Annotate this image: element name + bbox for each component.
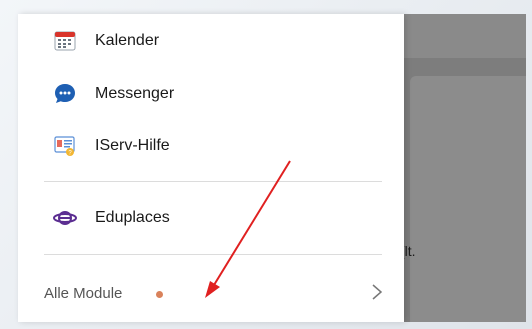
chevron-right-icon [370, 282, 384, 302]
calendar-icon [53, 29, 77, 53]
background-card [410, 76, 526, 322]
all-modules-button[interactable]: Alle Module [18, 269, 404, 322]
help-icon: ? [53, 134, 77, 158]
menu-divider [44, 254, 382, 255]
menu-divider [44, 181, 382, 182]
all-modules-label: Alle Module [44, 285, 123, 302]
menu-item-label: IServ-Hilfe [95, 137, 170, 154]
menu-item-kalender[interactable]: Kalender [18, 19, 404, 63]
menu-item-label: Messenger [95, 85, 175, 102]
menu-item-iserv-hilfe[interactable]: ? IServ-Hilfe [18, 124, 404, 168]
menu-item-eduplaces[interactable]: Eduplaces [18, 196, 404, 240]
notification-dot [156, 291, 163, 298]
menu-item-messenger[interactable]: Messenger [18, 72, 404, 116]
navigation-drawer: Kalender Messenger ? IServ-Hilfe Eduplac… [18, 14, 404, 322]
eduplaces-icon [53, 206, 77, 230]
menu-item-label: Kalender [95, 32, 160, 49]
messenger-icon [53, 82, 77, 106]
menu-item-label: Eduplaces [95, 209, 170, 226]
